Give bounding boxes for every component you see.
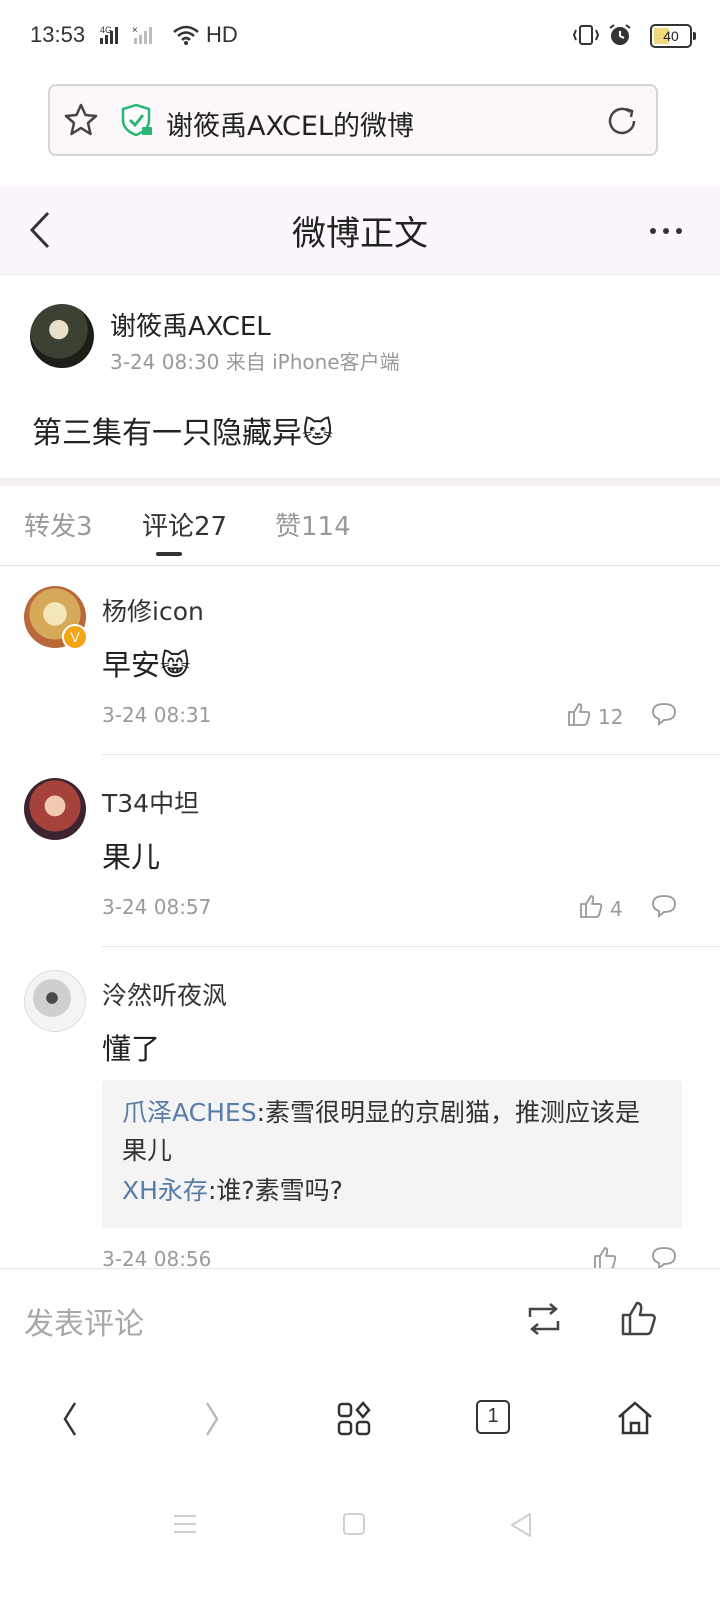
comment-time: 3-24 08:31: [102, 703, 212, 727]
browser-nav: 1: [0, 1369, 720, 1469]
signal-icon: 4G ×: [100, 24, 160, 46]
menu-grid-icon[interactable]: [336, 1401, 372, 1437]
tabs-icon[interactable]: 1: [476, 1400, 510, 1434]
star-icon[interactable]: [62, 102, 100, 138]
tab-reposts[interactable]: 转发3: [24, 506, 93, 543]
recents-icon[interactable]: [172, 1512, 198, 1536]
wifi-icon: [172, 24, 200, 46]
reply-icon[interactable]: [650, 893, 678, 919]
comment-author[interactable]: 杨修icon: [102, 592, 204, 628]
verified-badge-icon: V: [62, 624, 88, 650]
divider: [102, 946, 720, 947]
vibrate-icon: [572, 24, 600, 46]
battery-icon: 40: [650, 24, 696, 48]
comment-time: 3-24 08:57: [102, 895, 212, 919]
thumbs-up-icon[interactable]: [578, 893, 604, 919]
post-meta: 3-24 08:30 来自 iPhone客户端: [110, 350, 400, 374]
comment-input[interactable]: 发表评论: [24, 1299, 144, 1343]
status-bar: 13:53 4G × HD 40: [0, 0, 720, 72]
active-tab-indicator: [156, 552, 182, 556]
like-count: 4: [610, 897, 623, 921]
tab-count: 1: [487, 1405, 499, 1427]
battery-level: 40: [663, 28, 679, 44]
svg-text:×: ×: [132, 25, 138, 36]
thumbs-up-icon[interactable]: [566, 701, 592, 727]
more-icon[interactable]: [648, 226, 684, 236]
tab-likes[interactable]: 赞114: [275, 506, 351, 543]
comment-bar: 发表评论: [0, 1268, 720, 1370]
back-icon[interactable]: [60, 1399, 80, 1439]
status-time: 13:53: [30, 22, 86, 47]
alarm-icon: [607, 23, 633, 47]
comment-text: 早安😸: [102, 648, 191, 682]
page-header: 微博正文: [0, 186, 720, 275]
comment-text: 果儿: [102, 840, 161, 874]
forward-icon[interactable]: [202, 1399, 222, 1439]
comment-text: 懂了: [102, 1032, 161, 1066]
home-button-icon[interactable]: [342, 1512, 366, 1536]
reply-preview[interactable]: 爪泽ACHES:素雪很明显的京剧猫，推测应该是果儿 XH永存:谁?素雪吗?: [102, 1080, 682, 1228]
reply-author[interactable]: 爪泽ACHES: [122, 1098, 257, 1127]
network-type: HD: [206, 22, 238, 47]
header-title: 微博正文: [292, 214, 428, 254]
reply-author[interactable]: XH永存: [122, 1176, 208, 1205]
home-icon[interactable]: [616, 1399, 654, 1437]
comment-avatar[interactable]: [24, 778, 86, 840]
page-title: 谢筱禹AXCEL的微博: [166, 111, 414, 142]
divider: [102, 754, 720, 755]
repost-icon[interactable]: [524, 1301, 564, 1337]
post-author[interactable]: 谢筱禹AXCEL: [110, 306, 271, 343]
refresh-icon[interactable]: [604, 103, 640, 139]
author-avatar[interactable]: [30, 304, 94, 368]
divider: [0, 565, 720, 566]
reply-item: XH永存:谁?素雪吗?: [122, 1172, 343, 1210]
tab-comments[interactable]: 评论27: [142, 506, 227, 543]
reply-icon[interactable]: [650, 701, 678, 727]
like-count: 12: [598, 705, 624, 729]
system-nav: [0, 1470, 720, 1600]
address-bar[interactable]: 谢筱禹AXCEL的微博: [48, 84, 658, 156]
post-text: 第三集有一只隐藏异🐱: [32, 416, 334, 451]
divider: [0, 478, 720, 486]
comment-avatar[interactable]: [24, 970, 86, 1032]
comment-author[interactable]: T34中坦: [102, 784, 199, 820]
comment-author[interactable]: 泠然听夜沨: [102, 976, 227, 1012]
back-button-icon[interactable]: [508, 1511, 534, 1539]
reply-text: :谁?素雪吗?: [207, 1176, 343, 1205]
shield-icon: [120, 102, 154, 138]
like-icon[interactable]: [620, 1299, 658, 1337]
reply-item: 爪泽ACHES:素雪很明显的京剧猫，推测应该是果儿: [122, 1094, 662, 1170]
